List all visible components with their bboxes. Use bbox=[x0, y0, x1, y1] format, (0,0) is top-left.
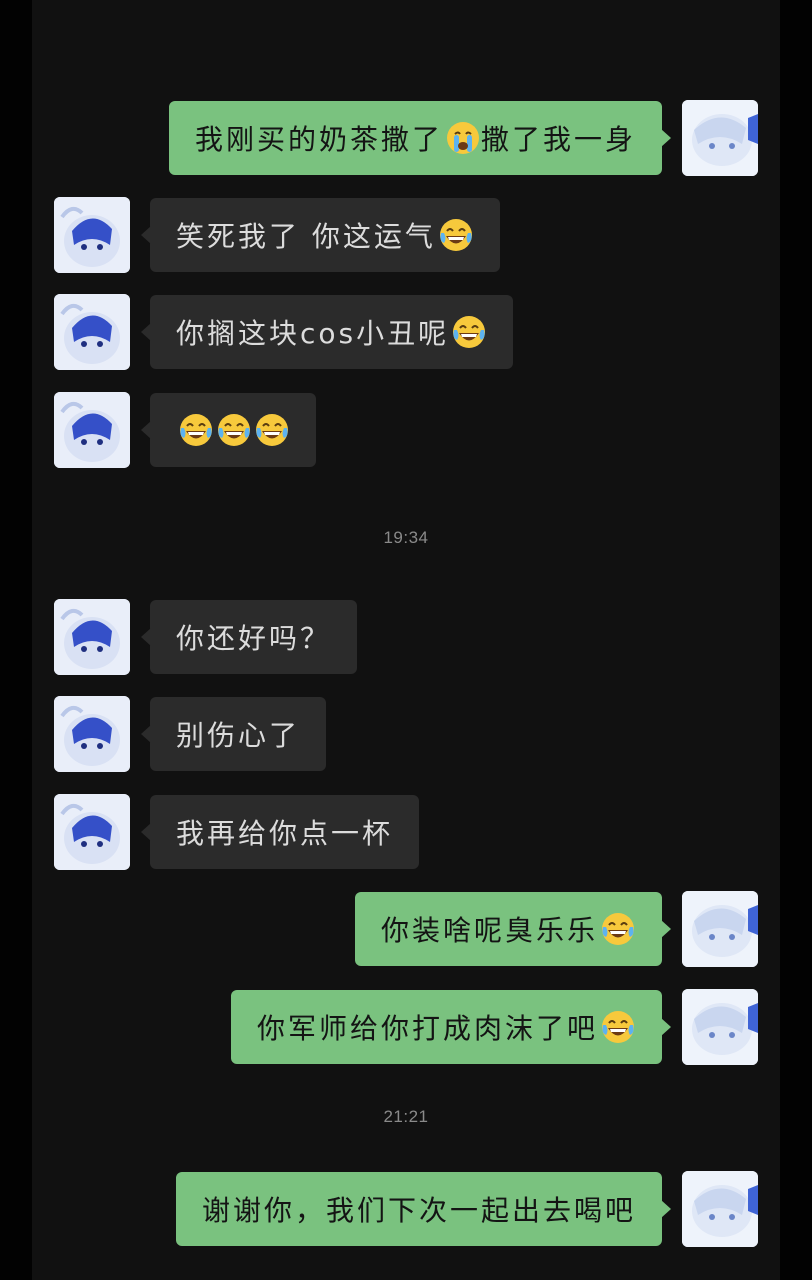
timestamp: 19:34 bbox=[383, 528, 429, 547]
contact-avatar[interactable] bbox=[54, 794, 130, 870]
message-text: 你装啥呢臭乐乐 bbox=[380, 914, 598, 947]
crying-face-emoji bbox=[445, 120, 481, 156]
tears-of-joy-emoji bbox=[438, 217, 474, 253]
contact-avatar[interactable] bbox=[54, 294, 130, 370]
message-bubble[interactable]: 我刚买的奶茶撒了 撒了我一身 bbox=[168, 101, 672, 175]
message-bubble[interactable]: 笑死我了 你这运气 bbox=[141, 198, 500, 272]
screen-right-edge bbox=[780, 0, 812, 1280]
message-text: 别伤心了 bbox=[176, 719, 301, 752]
tears-of-joy-emoji bbox=[216, 412, 252, 448]
message-bubble[interactable]: 你装啥呢臭乐乐 bbox=[354, 892, 672, 966]
message-row-outgoing: 你军师给你打成肉沫了吧 bbox=[230, 989, 758, 1065]
tears-of-joy-emoji bbox=[600, 911, 636, 947]
message-text: 你搁这块cos小丑呢 bbox=[176, 317, 450, 350]
message-text: 我刚买的奶茶撒了 bbox=[194, 123, 443, 156]
message-row-incoming: 你还好吗？ bbox=[54, 599, 358, 675]
tears-of-joy-emoji bbox=[178, 412, 214, 448]
contact-avatar[interactable] bbox=[54, 197, 130, 273]
message-bubble[interactable]: 你还好吗？ bbox=[140, 600, 358, 674]
tears-of-joy-emoji bbox=[600, 1009, 636, 1045]
my-avatar[interactable] bbox=[682, 100, 758, 176]
message-bubble[interactable]: 别伤心了 bbox=[140, 697, 327, 771]
my-avatar[interactable] bbox=[682, 1171, 758, 1247]
contact-avatar[interactable] bbox=[54, 392, 130, 468]
message-bubble[interactable]: 你搁这块cos小丑呢 bbox=[140, 295, 514, 369]
message-text: 你军师给你打成肉沫了吧 bbox=[256, 1012, 598, 1045]
message-text: 我再给你点一杯 bbox=[176, 817, 394, 850]
contact-avatar[interactable] bbox=[54, 696, 130, 772]
message-text: 你还好吗？ bbox=[176, 622, 332, 655]
timestamp: 21:21 bbox=[383, 1107, 429, 1126]
message-row-outgoing: 我刚买的奶茶撒了 撒了我一身 bbox=[168, 100, 758, 176]
contact-avatar[interactable] bbox=[54, 599, 130, 675]
my-avatar[interactable] bbox=[682, 891, 758, 967]
message-row-incoming: 我再给你点一杯 bbox=[54, 794, 420, 870]
message-bubble[interactable]: 你军师给你打成肉沫了吧 bbox=[230, 990, 672, 1064]
message-bubble[interactable]: 我再给你点一杯 bbox=[140, 795, 420, 869]
message-row-incoming bbox=[54, 392, 316, 468]
message-row-outgoing: 你装啥呢臭乐乐 bbox=[354, 891, 758, 967]
message-row-incoming: 别伤心了 bbox=[54, 696, 327, 772]
tears-of-joy-emoji bbox=[254, 412, 290, 448]
message-row-incoming: 笑死我了 你这运气 bbox=[54, 197, 500, 273]
message-text: 笑死我了 你这运气 bbox=[176, 220, 436, 253]
tears-of-joy-emoji bbox=[451, 314, 487, 350]
message-row-incoming: 你搁这块cos小丑呢 bbox=[54, 294, 514, 370]
message-text-continued: 撒了我一身 bbox=[480, 123, 636, 156]
message-row-outgoing: 谢谢你，我们下次一起出去喝吧 bbox=[175, 1171, 758, 1247]
message-bubble[interactable]: 谢谢你，我们下次一起出去喝吧 bbox=[175, 1172, 672, 1246]
message-bubble[interactable] bbox=[141, 393, 316, 467]
my-avatar[interactable] bbox=[682, 989, 758, 1065]
chat-area[interactable]: 我刚买的奶茶撒了 撒了我一身 笑死我了 你这运气 你搁这块cos小丑呢 19:3… bbox=[32, 0, 780, 1280]
message-text: 谢谢你，我们下次一起出去喝吧 bbox=[201, 1194, 636, 1227]
screen-left-edge bbox=[0, 0, 32, 1280]
